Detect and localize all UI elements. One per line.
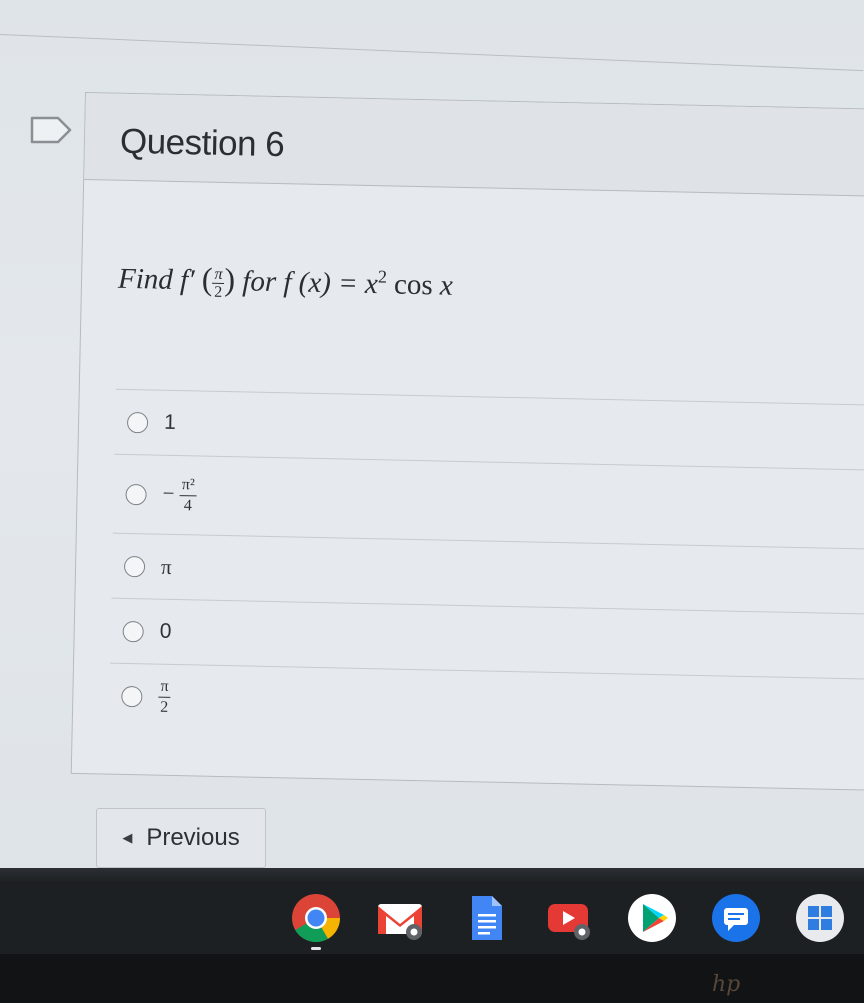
chrome-active-indicator <box>311 947 321 950</box>
answer-label-5: π2 <box>158 676 171 717</box>
answer-radio-5[interactable] <box>121 685 143 707</box>
chevron-left-icon: ◀ <box>122 830 133 845</box>
answer-radio-3[interactable] <box>123 555 146 577</box>
close-paren: ) <box>224 260 236 298</box>
question-body: Find f′ (π 2) for f (x) = x2 cos x 1 − π… <box>72 180 864 787</box>
prompt-f-prime: f′ <box>179 264 195 297</box>
answer-5-num: π <box>158 676 171 698</box>
answer-radio-1[interactable] <box>126 411 149 433</box>
answer-label-4: 0 <box>159 619 172 643</box>
answer-2-den: 4 <box>183 496 193 514</box>
prompt-cos-arg: x <box>439 269 454 302</box>
answer-list: 1 − π² 4 π 0 π 2 <box>108 388 864 744</box>
answer-radio-2[interactable] <box>125 483 147 505</box>
answer-2-fraction: π² 4 <box>179 474 197 516</box>
top-divider <box>0 34 864 72</box>
answer-2-sign: − <box>162 480 175 505</box>
flag-question-icon[interactable] <box>30 116 72 144</box>
question-header: Question 6 <box>84 93 864 197</box>
messages-icon[interactable] <box>710 892 762 944</box>
gmail-icon[interactable] <box>374 892 426 944</box>
prompt-f-of-x: f (x) = <box>283 266 359 300</box>
youtube-icon[interactable] <box>544 892 596 944</box>
prompt-find: Find <box>117 262 174 296</box>
windows-icon[interactable] <box>794 892 846 944</box>
previous-label: Previous <box>146 824 240 851</box>
shelf <box>0 884 864 954</box>
laptop-logo: hp <box>712 972 741 997</box>
previous-button[interactable]: ◀ Previous <box>96 808 266 868</box>
answer-radio-4[interactable] <box>122 620 144 642</box>
screen: Question 6 Find f′ (π 2) for f (x) = x2 c… <box>0 0 864 1003</box>
prompt-exponent: 2 <box>377 266 388 287</box>
open-paren: ( <box>201 260 213 297</box>
prompt-fraction-num: π <box>212 265 225 284</box>
answer-label-2: − π² 4 <box>162 474 197 516</box>
answer-label-1: 1 <box>163 410 177 434</box>
answer-label-3: π <box>160 554 172 579</box>
question-card: Question 6 Find f′ (π 2) for f (x) = x2 c… <box>70 92 864 791</box>
docs-icon[interactable] <box>460 892 512 944</box>
answer-5-fraction: π2 <box>158 676 171 717</box>
question-prompt: Find f′ (π 2) for f (x) = x2 cos x <box>118 259 454 306</box>
question-title: Question 6 <box>119 121 285 165</box>
answer-5-den: 2 <box>159 698 169 716</box>
prompt-for: for <box>241 265 277 299</box>
chrome-icon[interactable] <box>290 892 342 950</box>
screen-bezel <box>0 868 864 884</box>
prompt-cos: cos <box>393 268 434 302</box>
prompt-x: x <box>364 267 379 301</box>
answer-2-num: π² <box>179 474 197 496</box>
play-store-icon[interactable] <box>626 892 678 944</box>
prompt-fraction-den: 2 <box>214 283 223 301</box>
